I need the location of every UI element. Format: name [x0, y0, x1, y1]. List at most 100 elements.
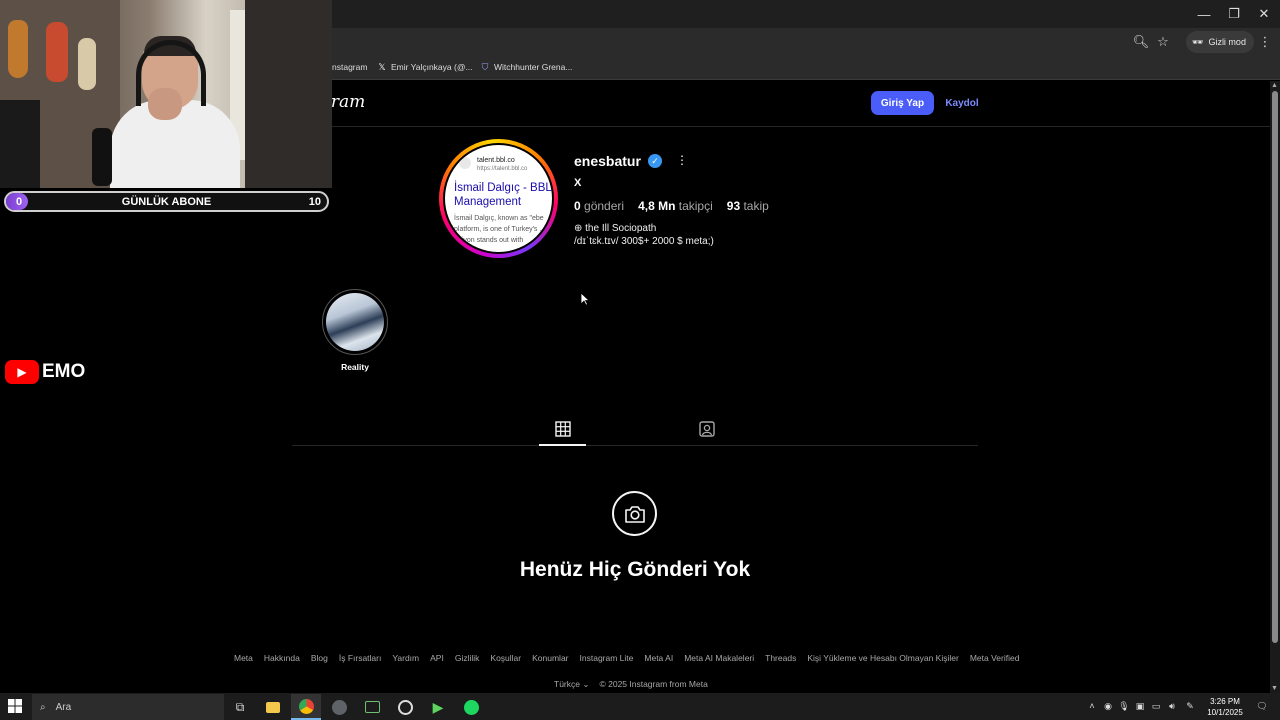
- minimize-button[interactable]: —: [1188, 0, 1220, 28]
- subscriber-goal-max: 10: [308, 196, 321, 208]
- footer-link[interactable]: Hakkında: [264, 653, 300, 663]
- incognito-indicator[interactable]: 🕶︎ Gizli mod: [1186, 31, 1254, 53]
- avatar-desc: İsmail Dalgıç, known as "ebe platform, i…: [454, 215, 546, 244]
- task-view-icon[interactable]: ⧉: [225, 694, 255, 720]
- mouse-cursor-icon: [580, 292, 590, 306]
- camera-icon: [624, 505, 645, 523]
- footer-link[interactable]: Koşullar: [490, 653, 521, 663]
- footer-link[interactable]: Meta Verified: [970, 653, 1020, 663]
- volume-icon[interactable]: 🔊︎: [1166, 700, 1178, 712]
- subscriber-goal-bar: 0 GÜNLÜK ABONE 10: [4, 191, 329, 212]
- pen-icon[interactable]: ✎: [1184, 700, 1196, 712]
- favicon-icon: [459, 157, 471, 169]
- footer-link[interactable]: Kişi Yükleme ve Hesabı Olmayan Kişiler: [807, 653, 959, 663]
- shield-icon: ⛉: [481, 61, 489, 72]
- microphone-icon[interactable]: 🎙︎: [1118, 700, 1130, 712]
- subscriber-goal-label: GÜNLÜK ABONE: [121, 196, 212, 208]
- spotify-icon[interactable]: [456, 694, 486, 720]
- youtube-icon: ▶: [5, 360, 39, 384]
- bio-line-1: ⊕ the Ill Sociopath: [574, 223, 657, 234]
- avatar-title: İsmail Dalgıç - BBL Management: [454, 182, 552, 208]
- signup-link[interactable]: Kaydol: [940, 91, 984, 115]
- network-icon[interactable]: ▭: [1150, 700, 1162, 712]
- scroll-up-icon[interactable]: ▲: [1271, 82, 1278, 89]
- bookmark-emir[interactable]: 𝕏 Emir Yalçınkaya (@...: [377, 61, 473, 73]
- footer-link[interactable]: Gizlilik: [455, 653, 480, 663]
- posts-stat: 0 gönderi: [574, 199, 625, 213]
- file-explorer-icon[interactable]: [258, 694, 288, 720]
- login-button[interactable]: Giriş Yap: [871, 91, 934, 115]
- taskbar-clock[interactable]: 3:26 PM 10/1/2025: [1200, 696, 1250, 718]
- footer-link[interactable]: API: [430, 653, 444, 663]
- active-tab-indicator: [539, 444, 586, 446]
- chrome-icon[interactable]: [291, 694, 321, 720]
- zoom-icon[interactable]: 🔍︎: [1132, 33, 1150, 51]
- grid-icon[interactable]: [554, 420, 572, 438]
- chrome-incognito-icon[interactable]: [324, 694, 354, 720]
- tagged-icon[interactable]: [698, 420, 716, 438]
- scroll-down-icon[interactable]: ▼: [1271, 685, 1278, 692]
- verified-badge-icon: ✓: [648, 154, 662, 168]
- more-options-icon[interactable]: ⋮: [676, 153, 688, 167]
- copyright: © 2025 Instagram from Meta: [599, 679, 708, 689]
- bookmark-label: Witchhunter Grena...: [494, 62, 573, 72]
- story-highlight[interactable]: [322, 289, 388, 355]
- highlight-cover: [326, 293, 384, 351]
- language-select[interactable]: Türkçe ⌄: [554, 679, 589, 690]
- clock-date: 10/1/2025: [1207, 708, 1243, 717]
- highlight-label: Reality: [341, 362, 369, 372]
- notification-icon[interactable]: 🗨︎: [1256, 700, 1268, 712]
- taskbar-search[interactable]: ⌕ Ara: [32, 694, 224, 720]
- footer-link[interactable]: Meta AI: [644, 653, 673, 663]
- avatar-image: talent.bbl.co https://talent.bbl.co İsma…: [445, 145, 552, 252]
- profile-avatar[interactable]: talent.bbl.co https://talent.bbl.co İsma…: [439, 139, 558, 258]
- bookmark-label: nstagram: [332, 62, 368, 72]
- incognito-label: Gizli mod: [1208, 37, 1246, 47]
- profile-username: enesbatur: [574, 153, 641, 169]
- bookmark-witchhunter[interactable]: ⛉ Witchhunter Grena...: [480, 61, 573, 73]
- incognito-icon: 🕶︎: [1192, 36, 1204, 47]
- footer-link[interactable]: Konumlar: [532, 653, 568, 663]
- footer-links: Meta Hakkında Blog İş Fırsatları Yardım …: [234, 653, 1019, 663]
- empty-state-title: Henüz Hiç Gönderi Yok: [519, 558, 751, 581]
- footer-link[interactable]: Blog: [311, 653, 328, 663]
- following-stat[interactable]: 93 takip: [727, 199, 769, 213]
- footer-link[interactable]: Threads: [765, 653, 796, 663]
- avatar-url: https://talent.bbl.co: [477, 166, 528, 172]
- bookmark-instagram[interactable]: nstagram: [332, 62, 367, 72]
- tray-chevron-up-icon[interactable]: ˄: [1086, 700, 1098, 712]
- close-window-button[interactable]: ✕: [1248, 0, 1280, 28]
- search-icon: ⌕: [40, 701, 46, 713]
- profile-stats: 0 gönderi 4,8 Mn takipçi 93 takip: [574, 199, 769, 213]
- footer-link[interactable]: İş Fırsatları: [339, 653, 382, 663]
- footer-link[interactable]: Meta: [234, 653, 253, 663]
- bio-line-2: /dɪˈtɛk.tɪv/ 300$+ 2000 $ meta;): [574, 236, 714, 247]
- windows-start-icon[interactable]: [8, 699, 22, 713]
- tray-app-icon[interactable]: ◉: [1102, 700, 1114, 712]
- footer-link[interactable]: Meta AI Makaleleri: [684, 653, 754, 663]
- camera-circle: [612, 491, 657, 536]
- followers-stat[interactable]: 4,8 Mn takipçi: [638, 199, 713, 213]
- page-scrollbar[interactable]: ▲ ▼: [1270, 81, 1280, 693]
- channel-text: EMO: [42, 361, 86, 382]
- clock-time: 3:26 PM: [1210, 697, 1240, 706]
- taskbar-search-placeholder: Ara: [55, 701, 72, 713]
- footer-bottom: Türkçe ⌄ © 2025 Instagram from Meta: [554, 679, 708, 690]
- obs-icon[interactable]: [390, 694, 420, 720]
- chevron-down-icon: ⌄: [582, 679, 590, 689]
- profile-full-name: X: [574, 177, 582, 189]
- terminal-icon[interactable]: [357, 694, 387, 720]
- bookmark-star-icon[interactable]: ☆: [1154, 33, 1172, 51]
- scrollbar-thumb[interactable]: [1272, 91, 1278, 643]
- avatar-site: talent.bbl.co: [477, 157, 515, 164]
- bookmark-label: Emir Yalçınkaya (@...: [391, 62, 473, 72]
- restore-button[interactable]: ❐: [1218, 0, 1250, 28]
- tray-display-icon[interactable]: ▣: [1134, 700, 1146, 712]
- footer-link[interactable]: Yardım: [392, 653, 419, 663]
- webcam-overlay: [0, 0, 332, 188]
- browser-menu-icon[interactable]: ⋮: [1256, 33, 1274, 51]
- tab-divider: [292, 445, 978, 446]
- media-player-icon[interactable]: ▶: [423, 694, 453, 720]
- x-logo-icon: 𝕏: [378, 61, 386, 72]
- footer-link[interactable]: Instagram Lite: [580, 653, 634, 663]
